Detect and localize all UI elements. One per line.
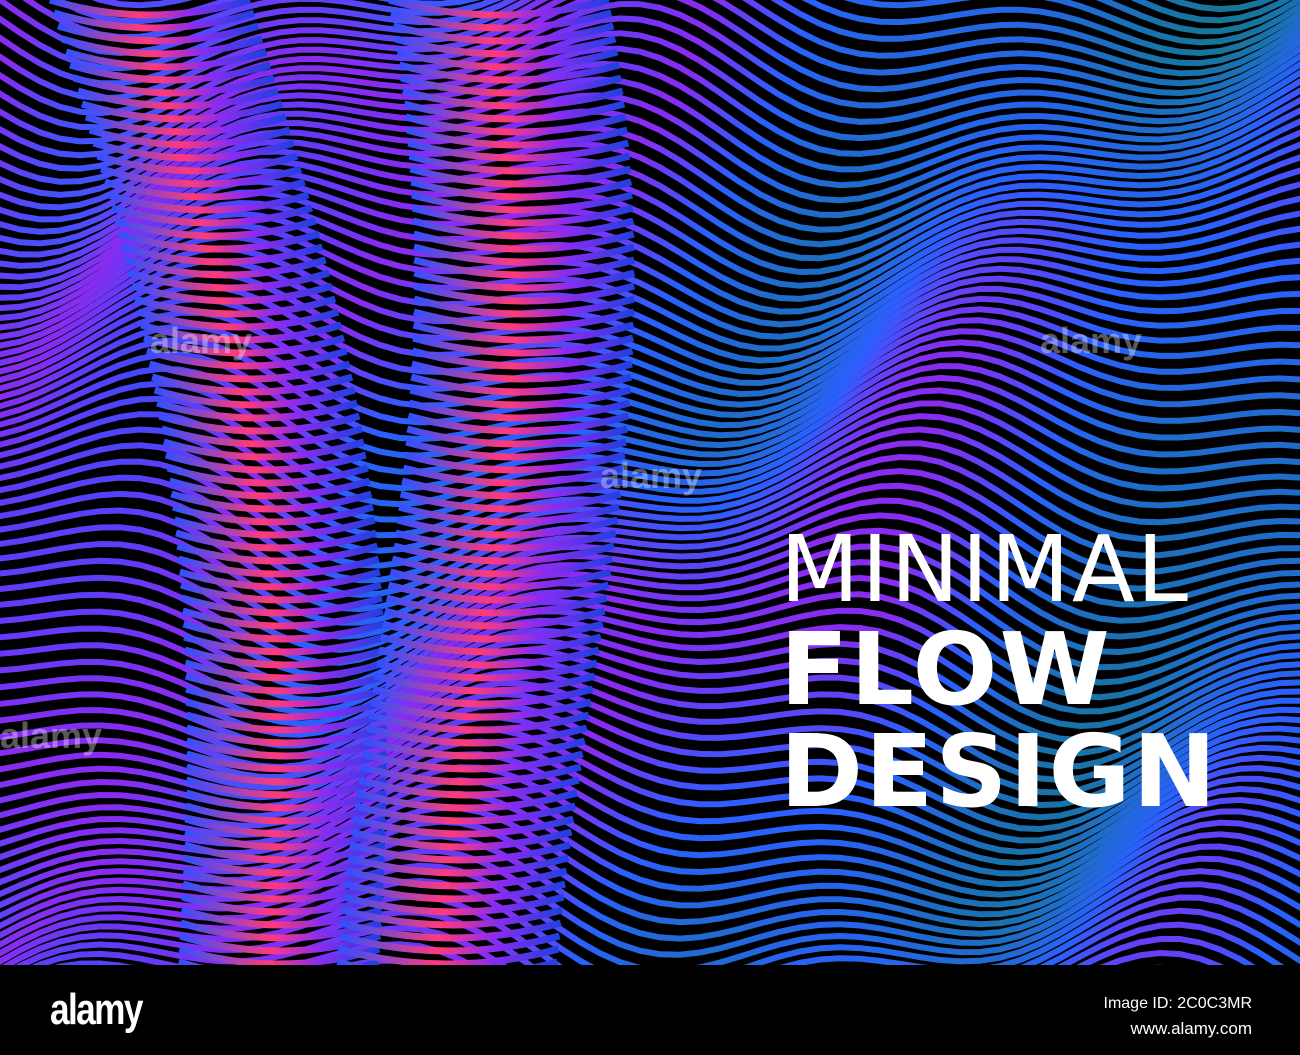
title-minimal: MINIMAL	[780, 516, 1191, 623]
footer-bar: alamy Image ID: 2C0C3MR www.alamy.com	[0, 965, 1300, 1055]
watermark: alamy	[600, 455, 703, 496]
image-id: Image ID: 2C0C3MR	[1103, 995, 1253, 1012]
watermark: alamy	[1040, 320, 1143, 361]
title-design: DESIGN	[780, 713, 1219, 830]
watermark: alamy	[150, 320, 253, 361]
alamy-logo: alamy	[50, 985, 143, 1034]
title-flow: FLOW	[780, 611, 1112, 728]
watermark: alamy	[0, 715, 103, 756]
site-url: www.alamy.com	[1130, 1019, 1252, 1038]
